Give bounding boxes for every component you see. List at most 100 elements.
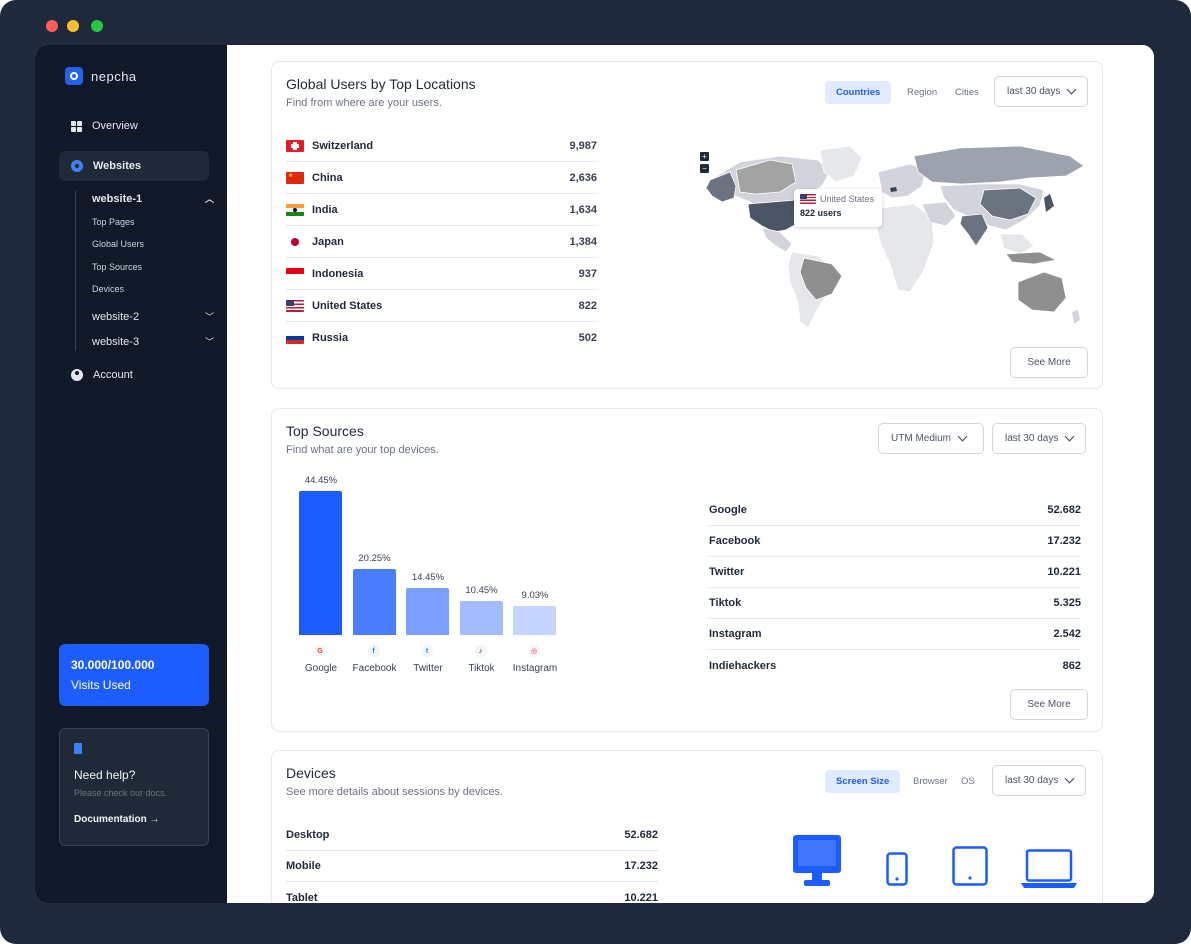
country-value: 1,384 bbox=[569, 235, 597, 248]
list-item[interactable]: India 1,634 bbox=[286, 194, 597, 226]
source-name: Instagram bbox=[709, 628, 762, 640]
sidebar-item-top-sources[interactable]: Top Sources bbox=[92, 262, 142, 272]
chevron-up-icon[interactable]: ︿ bbox=[205, 192, 214, 205]
list-item[interactable]: United States 822 bbox=[286, 290, 597, 322]
usa-flag-icon bbox=[286, 299, 304, 312]
map-region-india bbox=[959, 213, 989, 247]
chevron-down-icon bbox=[1064, 773, 1075, 784]
device-name: Tablet bbox=[286, 891, 318, 904]
country-value: 937 bbox=[578, 267, 597, 280]
desktop-icon[interactable] bbox=[792, 835, 842, 887]
source-name: Google bbox=[709, 504, 747, 516]
table-row[interactable]: Mobile 17.232 bbox=[286, 851, 658, 882]
source-value: 862 bbox=[1062, 659, 1081, 672]
nav-item-label: Websites bbox=[93, 160, 142, 172]
laptop-icon[interactable] bbox=[1020, 849, 1078, 889]
bar-value-label: 44.45% bbox=[304, 475, 338, 486]
bar-tiktok[interactable] bbox=[459, 601, 503, 635]
sidebar-item-website-1[interactable]: website-1 ︿ bbox=[92, 192, 214, 205]
map-region-russia bbox=[913, 145, 1085, 185]
sidebar: nepcha Overview Websites website-1 ︿ Top… bbox=[35, 45, 227, 903]
chevron-down-icon bbox=[1066, 84, 1077, 95]
table-row[interactable]: Desktop 52.682 bbox=[286, 820, 658, 851]
list-item[interactable]: Japan 1,384 bbox=[286, 226, 597, 258]
source-value: 5.325 bbox=[1053, 597, 1081, 609]
sidebar-item-global-users[interactable]: Global Users bbox=[92, 239, 144, 249]
app-window: nepcha Overview Websites website-1 ︿ Top… bbox=[35, 45, 1154, 903]
nav-item-websites[interactable]: Websites bbox=[59, 151, 209, 181]
tiktok-icon: ♪ bbox=[474, 645, 487, 657]
bar-value-label: 14.45% bbox=[411, 572, 445, 584]
table-row[interactable]: Tiktok 5.325 bbox=[709, 588, 1081, 619]
sidebar-item-website-2[interactable]: website-2 ﹀ bbox=[92, 310, 214, 323]
tree-line bbox=[75, 191, 76, 351]
bar-instagram[interactable] bbox=[513, 605, 556, 635]
sources-bar-chart: 44.45% G Google 20.25% f Facebook 14.45% t Twitt… bbox=[272, 409, 692, 733]
brand-logo[interactable]: nepcha bbox=[65, 67, 137, 85]
zoom-out-icon[interactable]: − bbox=[700, 164, 709, 173]
date-range-dropdown[interactable]: last 30 days bbox=[992, 423, 1086, 454]
dashboard-icon bbox=[71, 120, 82, 132]
chevron-down-icon[interactable]: ﹀ bbox=[205, 335, 214, 348]
table-row[interactable]: Tablet 10.221 bbox=[286, 882, 658, 904]
bar-facebook[interactable] bbox=[352, 569, 396, 635]
map-tooltip: United States 822 users bbox=[794, 189, 882, 227]
help-text: Please check our docs. bbox=[74, 788, 168, 798]
documentation-link[interactable]: Documentation → bbox=[74, 814, 194, 825]
help-title: Need help? bbox=[74, 768, 136, 782]
tab-region[interactable]: Region bbox=[896, 81, 948, 104]
country-name: India bbox=[312, 203, 338, 216]
bar-google[interactable] bbox=[299, 491, 342, 635]
see-more-button[interactable]: See More bbox=[1010, 689, 1088, 720]
sidebar-item-top-pages[interactable]: Top Pages bbox=[92, 217, 135, 227]
date-range-dropdown[interactable]: last 30 days bbox=[992, 765, 1086, 796]
bar-value-label: 10.45% bbox=[465, 585, 498, 597]
country-value: 1,634 bbox=[569, 203, 597, 216]
map-region-southeast-asia bbox=[999, 233, 1035, 255]
minimize-window-dot[interactable] bbox=[67, 20, 79, 32]
tab-os[interactable]: OS bbox=[950, 770, 986, 793]
instagram-icon: ◎ bbox=[528, 645, 540, 657]
tab-cities[interactable]: Cities bbox=[944, 81, 990, 104]
sidebar-item-website-3[interactable]: website-3 ﹀ bbox=[92, 335, 214, 348]
logo-icon bbox=[65, 67, 83, 85]
nav-item-account[interactable]: Account bbox=[59, 360, 209, 390]
sidebar-item-devices[interactable]: Devices bbox=[92, 284, 124, 294]
list-item[interactable]: Russia 502 bbox=[286, 322, 597, 354]
mobile-icon[interactable] bbox=[886, 852, 908, 886]
date-range-dropdown[interactable]: last 30 days bbox=[994, 76, 1088, 107]
usa-flag-icon bbox=[800, 194, 816, 204]
close-window-dot[interactable] bbox=[46, 20, 58, 32]
dropdown-value: last 30 days bbox=[1005, 775, 1059, 786]
nav-item-overview[interactable]: Overview bbox=[59, 111, 209, 141]
bar-twitter[interactable] bbox=[406, 588, 449, 635]
google-icon: G bbox=[314, 645, 326, 657]
dropdown-value: last 30 days bbox=[1007, 86, 1061, 97]
list-item[interactable]: ★ China 2,636 bbox=[286, 162, 597, 194]
table-row[interactable]: Twitter 10.221 bbox=[709, 557, 1081, 588]
tablet-icon[interactable] bbox=[952, 846, 988, 886]
list-item[interactable]: Indonesia 937 bbox=[286, 258, 597, 290]
country-value: 2,636 bbox=[569, 171, 597, 184]
country-value: 9,987 bbox=[569, 139, 597, 152]
table-row[interactable]: Facebook 17.232 bbox=[709, 526, 1081, 557]
see-more-button[interactable]: See More bbox=[1010, 347, 1088, 378]
utm-medium-dropdown[interactable]: UTM Medium bbox=[878, 423, 984, 454]
tab-countries[interactable]: Countries bbox=[825, 81, 892, 104]
bar-value-label: 20.25% bbox=[358, 553, 391, 565]
table-row[interactable]: Instagram 2.542 bbox=[709, 619, 1081, 650]
tooltip-users: 822 users bbox=[800, 208, 842, 218]
japan-flag-icon bbox=[286, 235, 304, 248]
bar-value-label: 9.03% bbox=[521, 589, 549, 601]
website-label: website-2 bbox=[92, 310, 140, 323]
world-map[interactable] bbox=[700, 142, 1090, 342]
tab-screen-size[interactable]: Screen Size bbox=[825, 770, 901, 793]
table-row[interactable]: Indiehackers 862 bbox=[709, 650, 1081, 681]
maximize-window-dot[interactable] bbox=[91, 20, 103, 32]
table-row[interactable]: Google 52.682 bbox=[709, 495, 1081, 526]
list-item[interactable]: Switzerland 9,987 bbox=[286, 130, 597, 162]
chevron-down-icon[interactable]: ﹀ bbox=[205, 310, 214, 323]
zoom-in-icon[interactable]: + bbox=[700, 152, 709, 161]
dropdown-value: UTM Medium bbox=[891, 433, 952, 444]
globe-icon bbox=[71, 160, 83, 172]
